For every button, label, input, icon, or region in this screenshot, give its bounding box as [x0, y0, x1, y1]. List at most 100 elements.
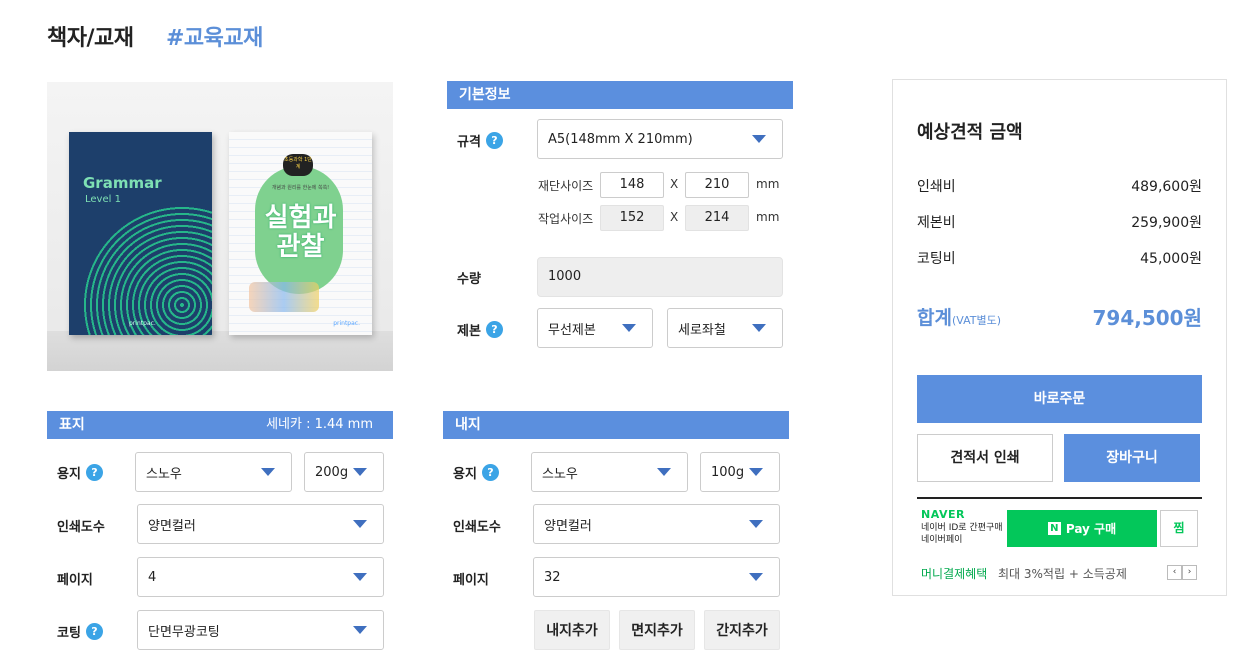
cut-size-label: 재단사이즈 [538, 179, 594, 193]
book2-badge: 초등과학 1단계 [283, 154, 313, 176]
chevron-down-icon [752, 324, 766, 332]
inner-print-value: 양면컬러 [544, 518, 592, 534]
book1-subtitle: Level 1 [85, 194, 121, 205]
section-inner: 내지 [443, 411, 789, 439]
inner-paper-label: 용지 ? [453, 463, 499, 482]
cover-page-select[interactable]: 4 [137, 557, 384, 597]
cover-paper-value: 스노우 [146, 466, 182, 482]
help-icon[interactable]: ? [485, 132, 503, 149]
cover-paper-select[interactable]: 스노우 [135, 452, 292, 492]
cover-paper-label: 용지 ? [57, 463, 103, 482]
book-cover-grammar: Grammar Level 1 printpac. [69, 132, 212, 335]
binding-label: 제본 ? [457, 320, 503, 339]
cover-print-label-text: 인쇄도수 [57, 520, 105, 535]
chevron-down-icon [749, 573, 763, 581]
work-size-label: 작업사이즈 [538, 212, 594, 226]
inner-page-label: 페이지 [453, 569, 489, 588]
add-endpaper-button[interactable]: 면지추가 [619, 610, 695, 650]
divider [917, 497, 1202, 499]
inner-page-label-text: 페이지 [453, 573, 489, 588]
cover-weight-value: 200g [315, 464, 349, 480]
chevron-down-icon [261, 468, 275, 476]
cover-print-label: 인쇄도수 [57, 516, 105, 535]
chevron-left-icon[interactable]: ‹ [1167, 565, 1182, 580]
chevron-right-icon[interactable]: › [1182, 565, 1197, 580]
page-title: 책자/교재 [47, 26, 134, 51]
wishlist-button[interactable]: 찜 [1160, 510, 1198, 547]
inner-page-select[interactable]: 32 [533, 557, 780, 597]
chevron-down-icon [752, 135, 766, 143]
total-label: 합계(VAT별도) [917, 303, 1001, 330]
money-benefit-desc: 최대 3%적립 + 소득공제 [998, 567, 1127, 581]
binding-direction-select[interactable]: 세로좌철 [667, 308, 783, 348]
section-cover: 표지 세네카 : 1.44 mm [47, 411, 393, 439]
cover-page-label-text: 페이지 [57, 573, 93, 588]
naver-n-icon: N [1047, 522, 1061, 535]
book2-title: 실험과 관찰 [229, 204, 372, 261]
work-width-field: 152 [600, 205, 664, 231]
work-height-field: 214 [685, 205, 749, 231]
cover-coating-label: 코팅 ? [57, 622, 103, 641]
book1-title: Grammar [83, 174, 162, 192]
section-cover-label: 표지 [59, 417, 85, 433]
vat-note: (VAT별도) [951, 314, 1002, 327]
naver-pay-button[interactable]: N Pay 구매 [1007, 510, 1157, 547]
qty-label: 수량 [457, 268, 481, 287]
product-image: Grammar Level 1 printpac. 초등과학 1단계 개념과 원… [47, 82, 393, 371]
chevron-down-icon [749, 520, 763, 528]
work-x-label: X [670, 210, 679, 224]
inner-print-label: 인쇄도수 [453, 516, 501, 535]
help-icon[interactable]: ? [485, 321, 503, 338]
naver-logo: NAVER [921, 508, 965, 521]
cover-print-value: 양면컬러 [148, 518, 196, 534]
cut-width-input[interactable]: 148 [600, 172, 664, 198]
spec-select[interactable]: A5(148mm X 210mm) [537, 119, 783, 159]
print-cost-label: 인쇄비 [917, 179, 956, 195]
binding-select-value: 무선제본 [548, 322, 596, 338]
cover-paper-label-text: 용지 [57, 467, 81, 482]
coating-cost-label: 코팅비 [917, 251, 956, 267]
qty-label-text: 수량 [457, 272, 481, 287]
help-icon[interactable]: ? [85, 623, 103, 640]
chevron-down-icon [353, 626, 367, 634]
total-value: 794,500원 [1092, 306, 1203, 330]
total-label-text: 합계 [917, 307, 952, 329]
cover-coating-select[interactable]: 단면무광코팅 [137, 610, 384, 650]
cover-coating-label-text: 코팅 [57, 626, 81, 641]
binding-cost-label: 제본비 [917, 215, 956, 231]
chevron-down-icon [353, 573, 367, 581]
print-cost-value: 489,600원 [1131, 179, 1202, 195]
section-basic-info-label: 기본정보 [459, 87, 511, 103]
category-hashtag[interactable]: #교육교재 [166, 20, 263, 52]
chevron-down-icon [622, 324, 636, 332]
inner-print-select[interactable]: 양면컬러 [533, 504, 780, 544]
inner-paper-label-text: 용지 [453, 467, 477, 482]
print-quote-button[interactable]: 견적서 인쇄 [917, 434, 1053, 482]
book-cover-science: 초등과학 1단계 개념과 원리를 한눈에 쏙쏙! 실험과 관찰 printpac… [229, 132, 372, 335]
cover-weight-select[interactable]: 200g [304, 452, 384, 492]
cover-page-label: 페이지 [57, 569, 93, 588]
work-unit-label: mm [756, 210, 780, 224]
naver-text-line2: 네이버페이 [921, 535, 963, 545]
inner-weight-select[interactable]: 100g [700, 452, 780, 492]
spec-select-value: A5(148mm X 210mm) [548, 131, 693, 147]
cart-button[interactable]: 장바구니 [1064, 434, 1200, 482]
cover-print-select[interactable]: 양면컬러 [137, 504, 384, 544]
money-benefit-label: 머니결제혜택 [921, 567, 988, 581]
binding-select[interactable]: 무선제본 [537, 308, 653, 348]
seneca-info: 세네카 : 1.44 mm [266, 417, 373, 432]
estimate-title: 예상견적 금액 [917, 122, 1023, 143]
spec-label: 규격 ? [457, 131, 503, 150]
inner-print-label-text: 인쇄도수 [453, 520, 501, 535]
inner-paper-select[interactable]: 스노우 [531, 452, 688, 492]
cut-height-input[interactable]: 210 [685, 172, 749, 198]
shelf-shadow [47, 331, 393, 371]
inner-paper-value: 스노우 [542, 466, 578, 482]
chevron-down-icon [353, 468, 367, 476]
add-inner-button[interactable]: 내지추가 [534, 610, 610, 650]
quantity-field[interactable]: 1000 [537, 257, 783, 297]
help-icon[interactable]: ? [85, 464, 103, 481]
add-insert-button[interactable]: 간지추가 [704, 610, 780, 650]
help-icon[interactable]: ? [481, 464, 499, 481]
order-now-button[interactable]: 바로주문 [917, 375, 1202, 423]
